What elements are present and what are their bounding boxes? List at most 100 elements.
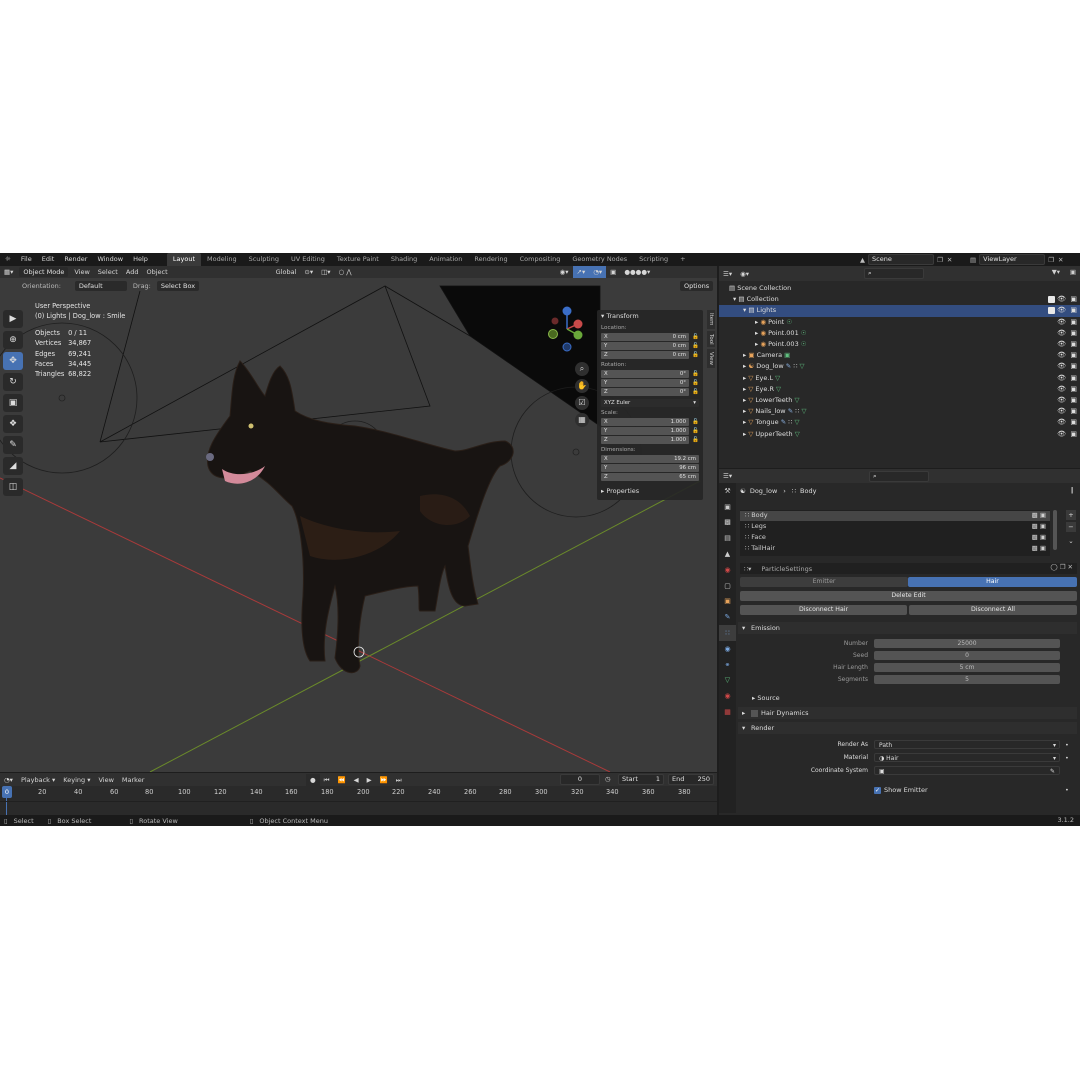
remove-slot-button[interactable]: − <box>1066 522 1076 532</box>
editor-type-icon[interactable]: ▦▾ <box>0 266 17 278</box>
emission-panel-header[interactable]: ▾ Emission <box>738 622 1077 634</box>
source-subpanel-header[interactable]: ▸ Source <box>752 694 780 702</box>
shading-modes-icon[interactable]: ●●●●▾ <box>620 266 654 278</box>
eye-icon[interactable]: 👁 <box>1057 406 1066 417</box>
copy-icon[interactable]: ❐ <box>937 256 943 264</box>
rotation-z-field[interactable]: Z 0° <box>601 387 689 396</box>
add-slot-button[interactable]: + <box>1066 510 1076 520</box>
jump-end-icon[interactable]: ⏭ <box>392 774 406 786</box>
ortho-grid-icon[interactable]: ▦ <box>575 413 589 427</box>
lock-icon[interactable]: 🔓 <box>689 343 699 349</box>
editor-type-icon[interactable]: ☰▾ <box>719 470 736 482</box>
tab-layout[interactable]: Layout <box>166 253 202 266</box>
outliner-search-input[interactable]: ⌕ <box>864 268 924 279</box>
copy-icon[interactable]: ❐ <box>1048 256 1054 264</box>
camera-render-icon[interactable]: ▣ <box>1070 429 1077 440</box>
menu-render[interactable]: Render <box>59 253 92 266</box>
tab-shading[interactable]: Shading <box>385 253 423 266</box>
rotation-x-field[interactable]: X 0° <box>601 369 689 378</box>
menu-select[interactable]: Select <box>94 266 122 278</box>
end-frame-field[interactable]: End 250 <box>668 774 714 785</box>
eye-icon[interactable]: 👁 <box>1057 395 1066 406</box>
move-tool-icon[interactable]: ✥ <box>3 352 23 370</box>
view-layer-field[interactable]: ViewLayer <box>979 254 1046 265</box>
eyedropper-icon[interactable]: ✎ <box>1050 767 1055 776</box>
outliner-row-camera[interactable]: ▸ ▣ Camera ▣ 👁 ▣ <box>719 350 1080 361</box>
prev-keyframe-icon[interactable]: ⏪ <box>334 774 350 786</box>
eye-icon[interactable]: 👁 <box>1057 339 1066 350</box>
overlay-icon[interactable]: ◔▾ <box>589 266 607 278</box>
outliner-row-eye-r[interactable]: ▸ ▽ Eye.R ▽ 👁 ▣ <box>719 384 1080 395</box>
filter-icon[interactable]: ▼▾ <box>1052 268 1060 276</box>
select-tool-icon[interactable]: ▶ <box>3 310 23 328</box>
outliner-row-point-003[interactable]: ▸ ◉ Point.003 ☉ 👁 ▣ <box>719 339 1080 350</box>
eye-icon[interactable]: 👁 <box>1057 384 1066 395</box>
new-collection-icon[interactable]: ▣ <box>1070 268 1076 276</box>
play-reverse-icon[interactable]: ◀ <box>350 774 363 786</box>
render-panel-header[interactable]: ▾ Render <box>738 722 1077 734</box>
outliner-row-eye-l[interactable]: ▸ ▽ Eye.L ▽ 👁 ▣ <box>719 373 1080 384</box>
number-field[interactable]: 25000 <box>874 639 1060 648</box>
outliner-row-scene-collection[interactable]: ▤ Scene Collection <box>719 283 1080 294</box>
zoom-icon[interactable]: ⌕ <box>575 362 589 376</box>
lock-icon[interactable]: 🔓 <box>689 371 699 377</box>
eye-icon[interactable]: 👁 <box>1057 294 1066 305</box>
close-icon[interactable]: ✕ <box>947 256 952 264</box>
measure-tool-icon[interactable]: ◢ <box>3 457 23 475</box>
delete-edit-button[interactable]: Delete Edit <box>740 591 1077 601</box>
render-as-dropdown[interactable]: Path ▾ <box>874 740 1060 749</box>
camera-render-icon[interactable]: ▣ <box>1070 317 1077 328</box>
3d-viewport[interactable]: ▦▾ Object Mode View Select Add Object Gl… <box>0 266 717 772</box>
menu-view[interactable]: View <box>94 774 117 786</box>
disconnect-all-button[interactable]: Disconnect All <box>909 605 1077 615</box>
camera-render-icon[interactable]: ▣ <box>1070 339 1077 350</box>
scale-y-field[interactable]: Y 1.000 <box>601 426 689 435</box>
view-layer-tab-icon[interactable]: ▤ <box>719 530 736 546</box>
jump-start-icon[interactable]: ⏮ <box>320 774 334 786</box>
add-cube-tool-icon[interactable]: ◫ <box>3 478 23 496</box>
menu-playback[interactable]: Playback ▾ <box>17 774 59 786</box>
menu-object[interactable]: Object <box>142 266 171 278</box>
menu-help[interactable]: Help <box>128 253 153 266</box>
camera-render-icon[interactable]: ▣ <box>1070 417 1077 428</box>
tab-uv-editing[interactable]: UV Editing <box>285 253 331 266</box>
add-workspace-button[interactable]: + <box>674 253 691 266</box>
eye-icon[interactable]: 👁 <box>1057 317 1066 328</box>
xray-icon[interactable]: ▣ <box>606 266 620 278</box>
camera-view-icon[interactable]: ☑ <box>575 396 589 410</box>
outliner-row-lights[interactable]: ▾ ▤ Lights 👁 ▣ <box>719 305 1080 317</box>
outliner-row-lowerteeth[interactable]: ▸ ▽ LowerTeeth ▽ 👁 ▣ <box>719 395 1080 406</box>
transform-tool-icon[interactable]: ❖ <box>3 415 23 433</box>
outliner-row-collection[interactable]: ▾ ▤ Collection 👁 ▣ <box>719 294 1080 305</box>
keyframe-dot-icon[interactable]: • <box>1065 741 1069 749</box>
cursor-tool-icon[interactable]: ⊕ <box>3 331 23 349</box>
rotation-y-field[interactable]: Y 0° <box>601 378 689 387</box>
tab-compositing[interactable]: Compositing <box>514 253 567 266</box>
hair-dynamics-checkbox[interactable] <box>751 709 758 717</box>
dimension-y-field[interactable]: Y 96 cm <box>601 463 699 472</box>
lock-icon[interactable]: 🔓 <box>689 419 699 425</box>
pivot-icon[interactable]: ⊙▾ <box>300 266 317 278</box>
camera-render-icon[interactable]: ▣ <box>1070 294 1077 305</box>
outliner-row-upperteeth[interactable]: ▸ ▽ UpperTeeth ▽ 👁 ▣ <box>719 429 1080 440</box>
eye-icon[interactable]: 👁 <box>1057 429 1066 440</box>
drag-dropdown[interactable]: Select Box <box>156 281 200 291</box>
tab-modeling[interactable]: Modeling <box>201 253 243 266</box>
outliner-row-dog-low[interactable]: ▸ ☯ Dog_low ✎ ∷ ▽ 👁 ▣ <box>719 361 1080 372</box>
tab-scripting[interactable]: Scripting <box>633 253 674 266</box>
menu-view[interactable]: View <box>70 266 93 278</box>
type-emitter-button[interactable]: Emitter <box>740 577 908 587</box>
menu-keying[interactable]: Keying ▾ <box>59 774 94 786</box>
outliner-row-point[interactable]: ▸ ◉ Point ☉ 👁 ▣ <box>719 317 1080 328</box>
location-y-field[interactable]: Y0 cm <box>601 341 689 350</box>
material-tab-icon[interactable]: ◉ <box>719 688 736 704</box>
current-frame-field[interactable]: 0 <box>560 774 600 785</box>
eye-icon[interactable]: 👁 <box>1057 328 1066 339</box>
world-tab-icon[interactable]: ◉ <box>719 562 736 578</box>
close-icon[interactable]: ✕ <box>1058 256 1063 264</box>
particles-tab-icon[interactable]: ∷ <box>719 625 736 641</box>
dimension-z-field[interactable]: Z 65 cm <box>601 472 699 481</box>
editor-type-icon[interactable]: ☰▾ <box>719 268 736 280</box>
list-item-face[interactable]: ∷ Face ▩ ▣ <box>740 533 1050 543</box>
physics-tab-icon[interactable]: ◉ <box>719 641 736 657</box>
